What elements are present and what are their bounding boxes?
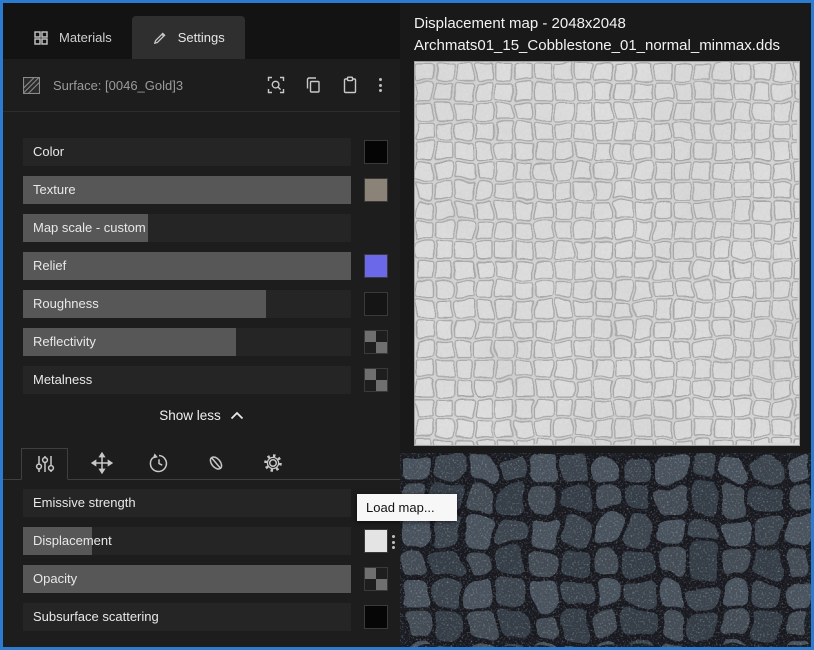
tool-tab-bar (3, 447, 400, 480)
tool-tab-settings[interactable] (249, 447, 296, 479)
show-less-button[interactable]: Show less (3, 404, 400, 426)
subsurface-scattering-swatch[interactable] (364, 605, 388, 629)
roughness-row: Roughness (23, 290, 388, 318)
subsurface-scattering-slider[interactable]: Subsurface scattering (23, 603, 351, 631)
pencil-icon (152, 30, 168, 46)
tool-tab-leaf[interactable] (192, 447, 239, 479)
load-map-menu-item[interactable]: Load map... (357, 494, 457, 521)
roughness-swatch[interactable] (364, 292, 388, 316)
show-less-label: Show less (159, 408, 221, 423)
displacement-map-image (414, 61, 800, 446)
color-row: Color (23, 138, 388, 166)
gear-icon (262, 452, 284, 474)
relief-label: Relief (33, 252, 66, 280)
reflectivity-label: Reflectivity (33, 328, 96, 356)
texture-row: Texture (23, 176, 388, 204)
cobblestone-render (400, 453, 811, 647)
opacity-row: Opacity (23, 565, 388, 593)
reflectivity-slider[interactable]: Reflectivity (23, 328, 351, 356)
texture-swatch[interactable] (364, 178, 388, 202)
color-slider[interactable]: Color (23, 138, 351, 166)
displacement-slider[interactable]: Displacement (23, 527, 351, 555)
more-options-button[interactable] (377, 76, 384, 94)
preview-panel: Displacement map - 2048x2048 Archmats01_… (400, 3, 811, 647)
relief-row: Relief (23, 252, 388, 280)
surface-name: Surface: [0046_Gold]3 (53, 78, 266, 93)
tab-materials[interactable]: Materials (13, 16, 132, 59)
roughness-label: Roughness (33, 290, 99, 318)
tool-tab-move[interactable] (78, 447, 125, 479)
displacement-swatch[interactable] (364, 529, 388, 553)
grid-icon (33, 30, 49, 46)
metalness-slider[interactable]: Metalness (23, 366, 351, 394)
surface-toolbar (266, 75, 384, 95)
move-icon (91, 452, 113, 474)
tab-materials-label: Materials (59, 30, 112, 45)
tool-tab-sliders[interactable] (21, 448, 68, 480)
load-map-label: Load map... (366, 500, 435, 515)
preview-filename: Archmats01_15_Cobblestone_01_normal_minm… (414, 32, 811, 54)
color-swatch[interactable] (364, 140, 388, 164)
history-icon (148, 452, 170, 474)
map-scale-row: Map scale - custom (23, 214, 388, 242)
relief-slider[interactable]: Relief (23, 252, 351, 280)
chevron-up-icon (230, 411, 244, 420)
map-scale-slider[interactable]: Map scale - custom (23, 214, 351, 242)
surface-header: Surface: [0046_Gold]3 (3, 59, 400, 112)
displacement-menu-button[interactable] (390, 533, 397, 551)
material-editor-window: Materials Settings Surface: [0046_ (0, 0, 814, 650)
opacity-swatch[interactable] (364, 567, 388, 591)
metalness-swatch[interactable] (364, 368, 388, 392)
roughness-slider[interactable]: Roughness (23, 290, 351, 318)
property-list-main: Color Texture Map scale - custom (3, 112, 400, 394)
emissive-strength-row: Emissive strength (23, 489, 388, 517)
tool-tab-history[interactable] (135, 447, 182, 479)
color-label: Color (33, 138, 64, 166)
render-viewport[interactable] (400, 453, 811, 647)
metalness-label: Metalness (33, 366, 92, 394)
displacement-row: Displacement (23, 527, 388, 555)
texture-label: Texture (33, 176, 76, 204)
map-scale-label: Map scale - custom (33, 214, 146, 242)
material-swatch-icon (23, 77, 40, 94)
paste-button[interactable] (340, 75, 360, 95)
property-list-extra: Emissive strength Displacement Opacity (3, 480, 400, 631)
settings-panel: Materials Settings Surface: [0046_ (3, 3, 400, 647)
tab-settings-label: Settings (178, 30, 225, 45)
preview-title: Displacement map - 2048x2048 (414, 3, 811, 32)
relief-swatch[interactable] (364, 254, 388, 278)
displacement-preview-popup: Displacement map - 2048x2048 Archmats01_… (400, 3, 811, 453)
sliders-icon (34, 453, 56, 475)
displacement-label: Displacement (33, 527, 112, 555)
subsurface-scattering-row: Subsurface scattering (23, 603, 388, 631)
tab-settings[interactable]: Settings (132, 16, 245, 59)
opacity-slider[interactable]: Opacity (23, 565, 351, 593)
subsurface-scattering-label: Subsurface scattering (33, 603, 159, 631)
reflectivity-swatch[interactable] (364, 330, 388, 354)
metalness-row: Metalness (23, 366, 388, 394)
opacity-label: Opacity (33, 565, 77, 593)
pick-material-button[interactable] (266, 75, 286, 95)
texture-slider[interactable]: Texture (23, 176, 351, 204)
reflectivity-row: Reflectivity (23, 328, 388, 356)
emissive-strength-label: Emissive strength (33, 489, 136, 517)
panel-tab-bar: Materials Settings (3, 3, 400, 59)
leaf-icon (205, 452, 227, 474)
copy-button[interactable] (303, 75, 323, 95)
emissive-strength-slider[interactable]: Emissive strength (23, 489, 351, 517)
